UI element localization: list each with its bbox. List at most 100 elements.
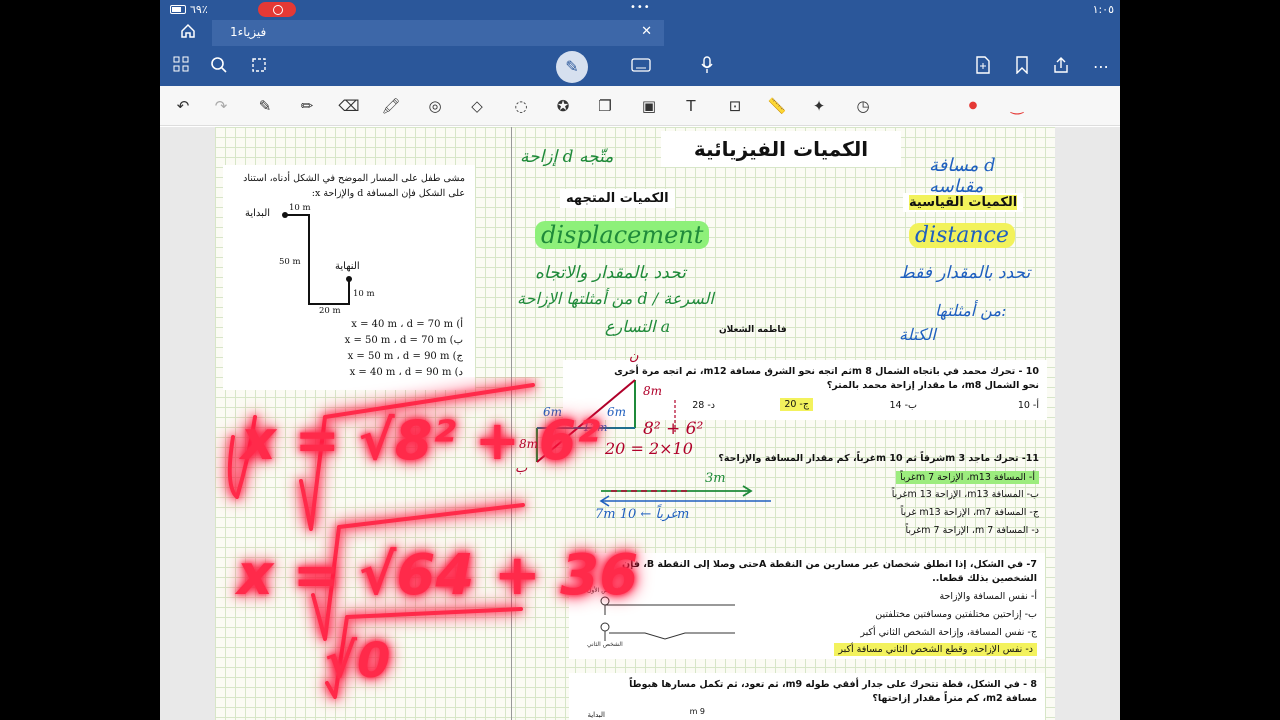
q7-opt-d[interactable]: د- نفس الإزاحة، وقطع الشخص الثاني مسافة … [834,643,1037,656]
q11-arrow-label: 3m [705,471,726,486]
dim-right: 10 m [353,289,375,299]
q11-line1: 11- تحرك ماجد 3 mشرقاً ثم 10 mغرباً، كم … [718,453,1039,464]
close-tab-icon[interactable]: ✕ [641,24,652,39]
q8-start: البداية [587,711,605,719]
microphone-icon[interactable] [696,56,718,78]
keyboard-icon[interactable] [630,56,652,78]
q8-dim: 9 m [689,707,705,716]
shapes-icon[interactable]: ◎ [424,95,446,117]
hw-displacement: displacement [535,221,710,249]
home-icon[interactable] [178,23,198,43]
battery-icon [170,5,186,14]
neon-eq-line3: √0 [325,633,391,689]
q7-person2: الشخص الثاني [587,641,623,648]
clock: ١:٠٥ [1092,3,1114,16]
image-search-icon[interactable]: ⊡ [724,95,746,117]
option-a[interactable]: أ) x = 40 m ، d = 70 m [351,319,463,330]
eraser-icon[interactable]: ⌫ [338,95,360,117]
scalar-label-text: الكميات القياسية [909,195,1018,210]
pen-mode-button[interactable]: ✎ [556,51,588,83]
hw-vector-def: تحدد بالمقدار والاتجاه [535,263,686,283]
neon-eq-line2: x = √64 + 36 [237,543,639,608]
author-label: فاطمه الشعلان [719,325,787,335]
laser-pointer-icon[interactable]: ✦ [808,95,830,117]
pen-icon[interactable]: ✎ [254,95,276,117]
hw-scalar-heading: مسافة d مقياسه [929,155,996,197]
q11-opt-d[interactable]: د- المسافة m 7، الإزاحة 7 mغرباً [905,525,1039,536]
redo-icon[interactable]: ↷ [210,95,232,117]
ruler-icon[interactable]: 📏 [766,95,788,117]
q10-point-n: ن [629,349,639,364]
dim-top: 10 m [289,203,311,213]
q7-opt-c[interactable]: ج- نفس المسافة، وإزاحة الشخص الثاني أكبر [860,627,1037,638]
highlighter-icon[interactable]: 🖍 [380,95,402,117]
sticker-icon[interactable]: ✪ [552,95,574,117]
pencil-icon[interactable]: ✏ [296,95,318,117]
lasso-select-icon[interactable]: ◌ [510,95,532,117]
end-label: النهاية [335,261,360,272]
question-8: 8 - في الشكل، قطة تتحرك على جدار أفقي طو… [569,673,1045,720]
hw-distance: distance [909,223,1015,248]
status-bar: ٦٩٪ ••• ١:٠٥ [160,0,1120,20]
q7-opt-b[interactable]: ب- إزاحتين مختلفتين ومسافتين مختلفتين [875,609,1037,620]
image-icon[interactable]: ▣ [638,95,660,117]
stroke-width-icon[interactable]: ‿ [1006,95,1028,117]
scalar-label: الكميات القياسية [903,193,1024,212]
notebook-page[interactable]: مشى طفل على المسار الموضح في الشكل أدناه… [215,127,1055,720]
sticky-note-icon[interactable]: ❐ [594,95,616,117]
q10-label-8m-top: 8m [643,384,663,398]
neon-eq-line1: x = √8² + 6² [241,409,600,472]
multitask-dots-icon[interactable]: ••• [630,2,651,13]
ruler-shapes-icon[interactable]: ◇ [466,95,488,117]
hw-vector-examples: من أمثلتها الإزاحة d / السرعة [517,289,714,308]
text-box-icon[interactable]: T [680,95,702,117]
notebook-canvas[interactable]: مشى طفل على المسار الموضح في الشكل أدناه… [160,127,1120,720]
hw-scalar-examples: من أمثلتها: [935,301,1007,320]
color-dot-icon[interactable]: ● [962,95,984,117]
app-screen: ٦٩٪ ••• ١:٠٥ فيزياء1 ✕ ✎ ⋯ ↶ ↷ ✎ ✏ ⌫ 🖍 ◎… [160,0,1120,720]
battery-level: ٦٩٪ [190,3,208,16]
search-icon[interactable] [208,56,230,78]
dim-left: 50 m [279,257,301,267]
top-toolbar: ✎ ⋯ [160,46,1120,86]
bookmark-icon[interactable] [1011,56,1033,78]
new-page-icon[interactable] [972,56,994,78]
q11-disp-label: 7m غرباً ← 10m [595,507,690,522]
dim-bottom: 20 m [319,306,341,316]
share-icon[interactable] [1050,56,1072,78]
battery-indicator: ٦٩٪ [170,3,208,16]
hw-vector-heading: إزاحة d متّجه [520,147,614,167]
drawing-toolbar: ↶ ↷ ✎ ✏ ⌫ 🖍 ◎ ◇ ◌ ✪ ❐ ▣ T ⊡ 📏 ✦ ◷ ● ‿ [160,86,1120,126]
q7-opt-a[interactable]: أ- نفس المسافة والإزاحة [939,591,1037,602]
title-box: الكميات الفيزيائية [661,131,901,167]
hw-vector-acc: التسارع a [605,317,671,336]
start-label: البداية [245,208,271,219]
screen-record-icon[interactable] [258,2,296,17]
vector-label: الكميات المتجهه [560,189,675,208]
q10-calc: 8² + 6² [643,419,704,439]
q10-label-6m-right: 6m [607,405,627,419]
more-icon[interactable]: ⋯ [1090,56,1112,78]
q10-opt-c[interactable]: ج- 20 [780,398,813,411]
tab-document[interactable]: فيزياء1 ✕ [212,20,664,46]
q7-line2: الشخصين بذلك قطعا.. [932,573,1037,584]
hw-scalar-mass: الكتلة [899,325,936,344]
q10-opt-b[interactable]: ب- 14 [890,400,918,411]
undo-icon[interactable]: ↶ [172,95,194,117]
q11-opt-a[interactable]: أ- المسافة m13، الإزاحة 7 mغرباً [896,471,1039,484]
q7-line1: 7- في الشكل، إذا انطلق شخصان عبر مسارين … [622,559,1037,570]
tab-bar: فيزياء1 ✕ [160,20,1120,46]
grid-icon[interactable] [170,56,192,78]
q11-opt-c[interactable]: ج- المسافة m7، الإزاحة m13 غرباً [901,507,1039,518]
left-question-card: مشى طفل على المسار الموضح في الشكل أدناه… [223,165,475,390]
q10-opt-a[interactable]: أ- 10 [1018,400,1039,411]
option-c[interactable]: ج) x = 50 m ، d = 90 m [348,351,463,362]
tab-label: فيزياء1 [230,25,267,39]
q8-line1: 8 - في الشكل، قطة تتحرك على جدار أفقي طو… [629,679,1037,690]
q11-opt-b[interactable]: ب- المسافة m13، الإزاحة 13 mغرباً [892,489,1039,500]
q10-line2: نحو الشمال m8، ما مقدار إزاحة محمد بالمت… [826,380,1039,391]
page-title: الكميات الفيزيائية [693,137,869,161]
option-b[interactable]: ب) x = 50 m ، d = 70 m [345,335,463,346]
clock-icon[interactable]: ◷ [852,95,874,117]
lasso-icon[interactable] [248,56,270,78]
